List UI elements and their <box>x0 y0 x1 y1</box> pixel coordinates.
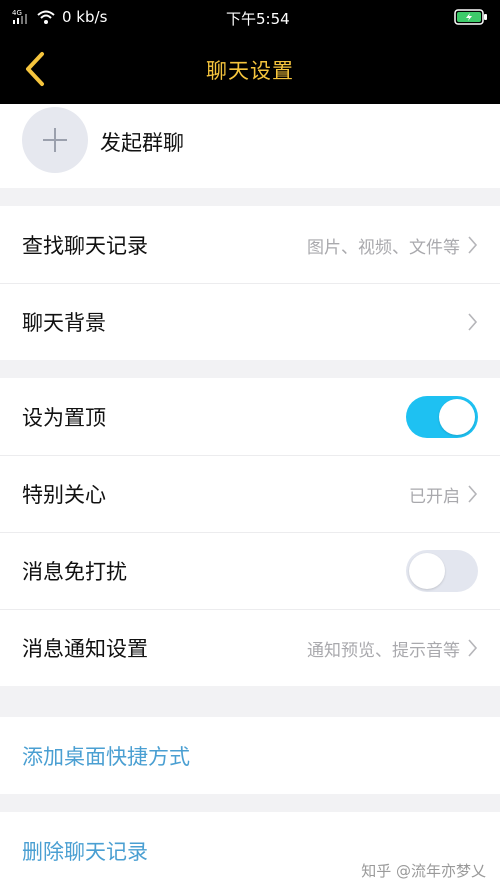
chevron-right-icon <box>468 485 478 503</box>
add-desktop-shortcut-row[interactable]: 添加桌面快捷方式 <box>0 717 500 794</box>
toggle-knob <box>409 553 445 589</box>
shortcut-section: 添加桌面快捷方式 <box>0 717 500 794</box>
plus-icon <box>43 128 67 152</box>
find-chat-history-row[interactable]: 查找聊天记录 图片、视频、文件等 <box>0 206 500 283</box>
svg-text:4G: 4G <box>12 9 22 17</box>
find-chat-history-detail: 图片、视频、文件等 <box>307 238 460 258</box>
notification-settings-row[interactable]: 消息通知设置 通知预览、提示音等 <box>0 609 500 686</box>
add-member-button[interactable] <box>22 107 88 173</box>
wifi-icon <box>36 9 56 29</box>
cellular-signal-icon: 4G <box>12 9 32 29</box>
delete-chat-history-link[interactable]: 删除聊天记录 <box>22 836 148 866</box>
do-not-disturb-label: 消息免打扰 <box>22 560 127 584</box>
do-not-disturb-toggle[interactable] <box>406 550 478 592</box>
battery-icon <box>454 9 488 25</box>
chevron-right-icon <box>468 639 478 657</box>
find-chat-history-label: 查找聊天记录 <box>22 234 148 258</box>
chat-settings-screen: 4G 0 kb/s 下午5:54 聊天设置 发起群聊 查找聊天记录 图片、视频、… <box>0 0 500 889</box>
start-group-chat-label: 发起群聊 <box>100 131 184 155</box>
clock: 下午5:54 <box>226 10 290 28</box>
status-bar: 4G 0 kb/s 下午5:54 <box>0 0 500 34</box>
start-group-chat-row[interactable]: 发起群聊 <box>0 104 500 188</box>
network-speed: 0 kb/s <box>62 8 108 26</box>
chat-background-row[interactable]: 聊天背景 <box>0 283 500 360</box>
page-title: 聊天设置 <box>206 59 294 83</box>
watermark: 知乎 @流年亦梦乂 <box>361 862 486 880</box>
notification-section: 设为置顶 特别关心 已开启 消息免打扰 消息通知设置 通知预览、提示音等 <box>0 378 500 686</box>
pin-to-top-toggle[interactable] <box>406 396 478 438</box>
toggle-knob <box>439 399 475 435</box>
group-section: 发起群聊 <box>0 104 500 188</box>
navigation-bar: 聊天设置 <box>0 34 500 104</box>
history-section: 查找聊天记录 图片、视频、文件等 聊天背景 <box>0 206 500 360</box>
special-care-label: 特别关心 <box>22 483 106 507</box>
notification-settings-label: 消息通知设置 <box>22 637 148 661</box>
special-care-status: 已开启 <box>409 487 460 507</box>
chevron-right-icon <box>468 313 478 331</box>
pin-to-top-row: 设为置顶 <box>0 378 500 455</box>
add-desktop-shortcut-link[interactable]: 添加桌面快捷方式 <box>22 741 190 771</box>
pin-to-top-label: 设为置顶 <box>22 406 106 430</box>
notification-settings-detail: 通知预览、提示音等 <box>307 641 460 661</box>
do-not-disturb-row: 消息免打扰 <box>0 532 500 609</box>
chat-background-label: 聊天背景 <box>22 311 106 335</box>
chevron-right-icon <box>468 236 478 254</box>
special-care-row[interactable]: 特别关心 已开启 <box>0 455 500 532</box>
